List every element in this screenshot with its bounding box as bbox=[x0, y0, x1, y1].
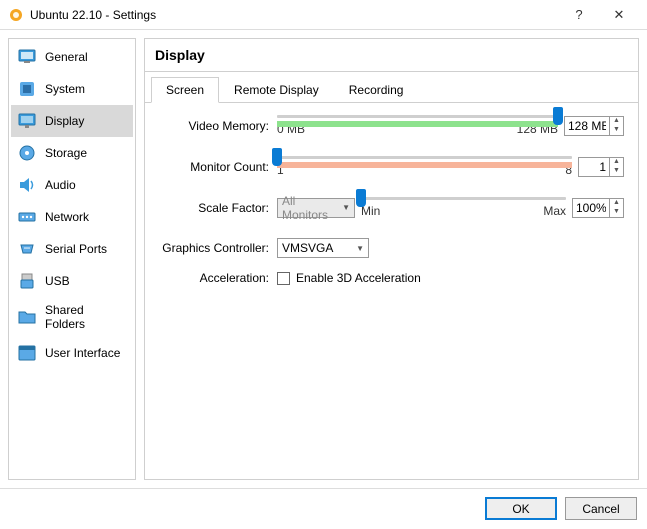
graphics-controller-label: Graphics Controller: bbox=[159, 241, 277, 255]
help-button[interactable]: ? bbox=[559, 7, 599, 22]
spin-down-icon[interactable]: ▼ bbox=[610, 167, 623, 176]
form: Video Memory: 0 MB 128 MB ▲▼ bbox=[145, 103, 638, 310]
system-icon bbox=[17, 79, 37, 99]
monitor-count-value[interactable] bbox=[579, 160, 609, 174]
sidebar-item-system[interactable]: System bbox=[11, 73, 133, 105]
page-title: Display bbox=[145, 39, 638, 72]
sidebar-label: User Interface bbox=[45, 346, 120, 360]
chevron-down-icon: ▼ bbox=[342, 203, 350, 212]
sidebar-item-serial[interactable]: Serial Ports bbox=[11, 233, 133, 265]
main-panel: Display Screen Remote Display Recording … bbox=[144, 38, 639, 480]
sidebar-label: System bbox=[45, 82, 85, 96]
video-memory-slider[interactable]: 0 MB 128 MB bbox=[277, 115, 558, 136]
graphics-controller-combo[interactable]: VMSVGA ▼ bbox=[277, 238, 369, 258]
monitor-count-label: Monitor Count: bbox=[159, 160, 277, 174]
row-graphics-controller: Graphics Controller: VMSVGA ▼ bbox=[159, 238, 624, 258]
scale-factor-slider[interactable]: Min Max bbox=[361, 197, 566, 218]
gc-value: VMSVGA bbox=[282, 241, 350, 255]
sidebar-item-display[interactable]: Display bbox=[11, 105, 133, 137]
ui-icon bbox=[17, 343, 37, 363]
footer: OK Cancel bbox=[0, 488, 647, 528]
sidebar-label: General bbox=[45, 50, 88, 64]
scale-monitor-combo[interactable]: All Monitors ▼ bbox=[277, 198, 355, 218]
app-icon bbox=[8, 7, 24, 23]
enable-3d-checkbox[interactable] bbox=[277, 272, 290, 285]
row-scale-factor: Scale Factor: All Monitors ▼ Min Max bbox=[159, 197, 624, 218]
spin-up-icon[interactable]: ▲ bbox=[610, 158, 623, 167]
acceleration-label: Acceleration: bbox=[159, 271, 277, 285]
chevron-down-icon: ▼ bbox=[356, 244, 364, 253]
spin-up-icon[interactable]: ▲ bbox=[610, 117, 623, 126]
enable-3d-label: Enable 3D Acceleration bbox=[296, 271, 421, 285]
video-memory-label: Video Memory: bbox=[159, 119, 277, 133]
video-memory-value[interactable] bbox=[565, 119, 609, 133]
tab-screen[interactable]: Screen bbox=[151, 77, 219, 103]
sidebar-label: Network bbox=[45, 210, 89, 224]
spin-down-icon[interactable]: ▼ bbox=[610, 126, 623, 135]
usb-icon bbox=[17, 271, 37, 291]
close-button[interactable]: ✕ bbox=[599, 7, 639, 23]
folder-icon bbox=[17, 307, 37, 327]
row-video-memory: Video Memory: 0 MB 128 MB ▲▼ bbox=[159, 115, 624, 136]
sidebar-label: USB bbox=[45, 274, 70, 288]
sf-max-label: Max bbox=[543, 204, 566, 218]
sidebar: General System Display Storage Audio Net… bbox=[8, 38, 136, 480]
sidebar-label: Shared Folders bbox=[45, 303, 127, 331]
tab-remote-display[interactable]: Remote Display bbox=[219, 77, 334, 103]
row-acceleration: Acceleration: Enable 3D Acceleration bbox=[159, 268, 624, 288]
row-monitor-count: Monitor Count: 1 8 ▲▼ bbox=[159, 156, 624, 177]
network-icon bbox=[17, 207, 37, 227]
titlebar: Ubuntu 22.10 - Settings ? ✕ bbox=[0, 0, 647, 30]
scale-factor-label: Scale Factor: bbox=[159, 201, 277, 215]
sidebar-label: Display bbox=[45, 114, 84, 128]
audio-icon bbox=[17, 175, 37, 195]
sidebar-label: Audio bbox=[45, 178, 76, 192]
monitor-count-spinner[interactable]: ▲▼ bbox=[578, 157, 624, 177]
monitor-count-slider[interactable]: 1 8 bbox=[277, 156, 572, 177]
content: General System Display Storage Audio Net… bbox=[0, 30, 647, 488]
scale-combo-value: All Monitors bbox=[282, 194, 336, 222]
scale-factor-spinner[interactable]: ▲▼ bbox=[572, 198, 624, 218]
serial-icon bbox=[17, 239, 37, 259]
sidebar-item-general[interactable]: General bbox=[11, 41, 133, 73]
sidebar-item-ui[interactable]: User Interface bbox=[11, 337, 133, 369]
general-icon bbox=[17, 47, 37, 67]
sidebar-item-storage[interactable]: Storage bbox=[11, 137, 133, 169]
sidebar-item-audio[interactable]: Audio bbox=[11, 169, 133, 201]
video-memory-spinner[interactable]: ▲▼ bbox=[564, 116, 624, 136]
tabs: Screen Remote Display Recording bbox=[145, 76, 638, 103]
cancel-button[interactable]: Cancel bbox=[565, 497, 637, 520]
ok-button[interactable]: OK bbox=[485, 497, 557, 520]
spin-up-icon[interactable]: ▲ bbox=[610, 199, 623, 208]
sidebar-item-network[interactable]: Network bbox=[11, 201, 133, 233]
scale-factor-value[interactable] bbox=[573, 201, 609, 215]
sidebar-item-usb[interactable]: USB bbox=[11, 265, 133, 297]
sidebar-label: Serial Ports bbox=[45, 242, 107, 256]
window-title: Ubuntu 22.10 - Settings bbox=[30, 8, 559, 22]
display-icon bbox=[17, 111, 37, 131]
spin-down-icon[interactable]: ▼ bbox=[610, 208, 623, 217]
sidebar-item-shared[interactable]: Shared Folders bbox=[11, 297, 133, 337]
storage-icon bbox=[17, 143, 37, 163]
sidebar-label: Storage bbox=[45, 146, 87, 160]
tab-recording[interactable]: Recording bbox=[334, 77, 419, 103]
